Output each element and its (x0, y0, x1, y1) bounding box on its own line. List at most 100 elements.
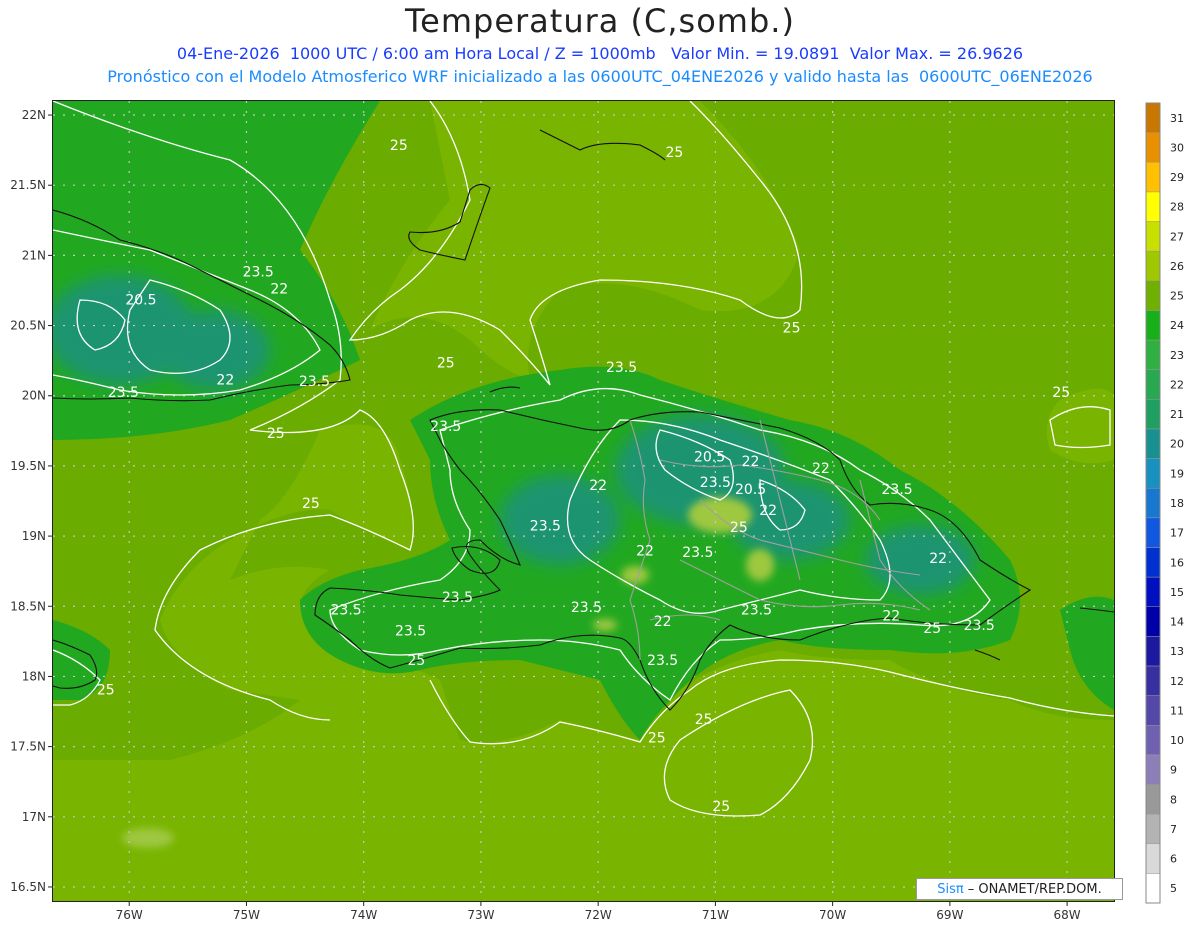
contour-label: 23.5 (442, 590, 473, 606)
contour-label: 25 (695, 712, 713, 728)
colorbar-label: 14 (1170, 616, 1184, 629)
colorbar-label: 27 (1170, 230, 1184, 243)
contour-label: 25 (267, 426, 285, 442)
colorbar-label: 6 (1170, 853, 1177, 866)
contour-label: 23.5 (430, 419, 461, 435)
contour-label: 25 (783, 321, 801, 337)
contour-label: 25 (408, 653, 426, 669)
colorbar-swatch (1145, 102, 1161, 133)
colorbar-label: 13 (1170, 645, 1184, 658)
colorbar-label: 31 (1170, 112, 1184, 125)
colorbar-swatch (1145, 132, 1161, 163)
contour-label: 22 (929, 551, 947, 567)
colorbar-swatch (1145, 724, 1161, 756)
contour-label: 23.5 (700, 475, 731, 491)
contour-label: 22 (589, 478, 607, 494)
contour-label: 23.5 (682, 545, 713, 561)
colorbar-swatch (1145, 517, 1161, 548)
colorbar-label: 21 (1170, 408, 1184, 421)
contour-label: 23.5 (606, 360, 637, 376)
contour-label: 25 (390, 138, 408, 154)
colorbar-swatch (1145, 813, 1161, 844)
contour-label: 22 (882, 608, 900, 624)
colorbar-swatch (1145, 250, 1161, 282)
contour-label: 23.5 (530, 518, 561, 534)
colorbar-label: 18 (1170, 497, 1184, 510)
lon-tick-label: 70W (819, 908, 846, 922)
colorbar-label: 30 (1170, 141, 1184, 154)
temperature-map: 25 2523.52220.52525 23.522 23.523.5 2525 23.5… (10, 100, 1184, 922)
hot-san-juan (746, 549, 774, 581)
contour-label: 20.5 (735, 482, 766, 498)
contour-label: 23.5 (647, 653, 678, 669)
colorbar-swatch (1145, 784, 1161, 815)
plot-area: 25 2523.52220.52525 23.522 23.523.5 2525 23.5… (53, 101, 1114, 901)
colorbar-label: 19 (1170, 467, 1184, 480)
lon-tick-label: 68W (1054, 908, 1081, 922)
lon-tick-label: 73W (467, 908, 494, 922)
cold-east (865, 525, 975, 595)
credit-brand: Sisπ (937, 881, 964, 897)
colorbar-swatch (1145, 754, 1161, 785)
colorbar-swatch (1145, 458, 1161, 489)
lon-tick-label: 75W (233, 908, 260, 922)
contour-label: 22 (654, 614, 672, 630)
contour-label: 25 (712, 799, 730, 815)
hot-south-coast (593, 619, 617, 631)
colorbar-label: 8 (1170, 793, 1177, 806)
cold-cuba-mid (160, 310, 270, 390)
colorbar-label: 24 (1170, 319, 1184, 332)
colorbar-label: 16 (1170, 556, 1184, 569)
colorbar-swatch (1145, 191, 1161, 222)
colorbar-label: 9 (1170, 764, 1177, 777)
colorbar-label: 23 (1170, 349, 1184, 362)
colorbar-label: 12 (1170, 675, 1184, 688)
contour-label: 23.5 (395, 624, 426, 640)
lat-tick-label: 21.5N (10, 178, 46, 192)
colorbar-swatch (1145, 221, 1161, 252)
colorbar-swatch (1145, 399, 1161, 430)
colorbar-swatch (1145, 695, 1161, 726)
lat-tick-label: 18N (22, 669, 46, 683)
colorbar-label: 10 (1170, 734, 1184, 747)
colorbar-label: 7 (1170, 823, 1177, 836)
lat-tick-label: 19N (22, 529, 46, 543)
contour-label: 25 (1052, 385, 1070, 401)
colorbar-label: 11 (1170, 704, 1184, 717)
contour-label: 25 (97, 683, 115, 699)
colorbar-swatch (1145, 576, 1161, 607)
colorbar-label: 25 (1170, 290, 1184, 303)
lat-tick-label: 17N (22, 810, 46, 824)
contour-label: 23.5 (741, 603, 772, 619)
lon-tick-label: 76W (116, 908, 143, 922)
contour-label: 25 (665, 145, 683, 161)
lon-tick-label: 69W (936, 908, 963, 922)
contour-label: 25 (648, 730, 666, 746)
contour-label: 23.5 (331, 603, 362, 619)
contour-label: 23.5 (964, 618, 995, 634)
contour-label: 22 (270, 281, 288, 297)
latitude-axis: 22N 21.5N 21N 20.5N 20N 19.5N 19N 18.5N 18N 17.5N… (10, 108, 53, 894)
lon-tick-label: 71W (702, 908, 729, 922)
colorbar-swatch (1145, 428, 1161, 459)
longitude-axis: 76W 75W 74W 73W 72W 71W 70W 69W 68W (116, 901, 1081, 922)
contour-label: 23.5 (882, 482, 913, 498)
credit-text: – ONAMET/REP.DOM. (967, 881, 1102, 897)
lon-tick-label: 72W (585, 908, 612, 922)
colorbar-swatch (1145, 487, 1161, 519)
contour-label: 23.5 (108, 385, 139, 401)
credit-box: Sisπ – ONAMET/REP.DOM. (916, 878, 1123, 900)
colorbar-label: 20 (1170, 438, 1184, 451)
lat-tick-label: 19.5N (10, 459, 46, 473)
contour-label: 23.5 (243, 264, 274, 280)
contour-label: 20.5 (125, 293, 156, 309)
contour-label: 22 (216, 373, 234, 389)
contour-label: 22 (742, 454, 760, 470)
colorbar-swatch (1145, 280, 1161, 311)
colorbar-swatch (1145, 665, 1161, 696)
contour-label: 22 (812, 461, 830, 477)
contour-label: 25 (302, 496, 320, 512)
colorbar-swatch (1145, 547, 1161, 578)
colorbar-label: 15 (1170, 586, 1184, 599)
colorbar-label: 22 (1170, 378, 1184, 391)
